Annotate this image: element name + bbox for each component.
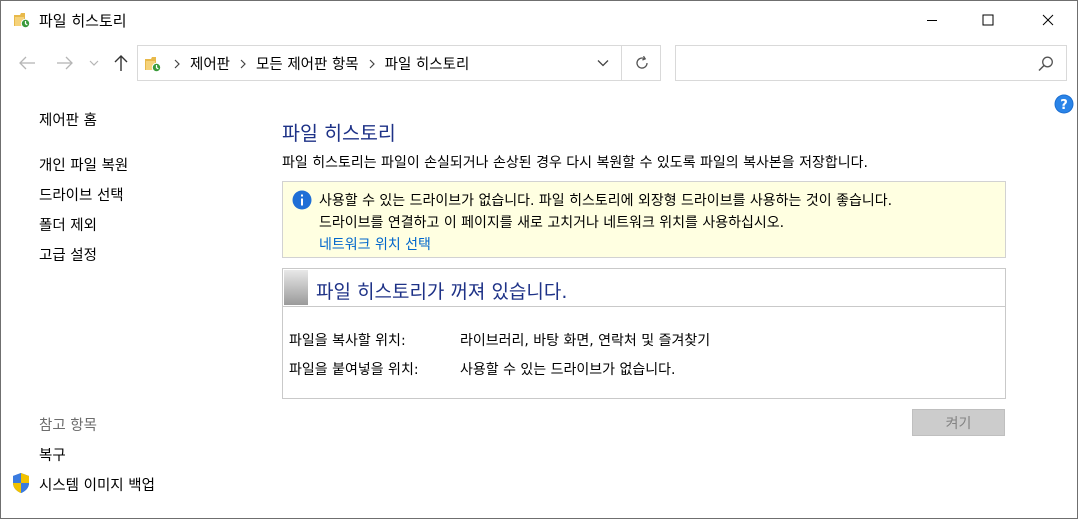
up-button[interactable] bbox=[111, 53, 131, 73]
arrow-right-icon bbox=[57, 56, 73, 70]
info-message-line-2: 드라이브를 연결하고 이 페이지를 새로 고치거나 네트워크 위치를 사용하십시… bbox=[319, 215, 785, 231]
copy-to-value: 사용할 수 있는 드라이브가 없습니다. bbox=[460, 362, 676, 378]
back-button[interactable] bbox=[17, 53, 37, 73]
sidebar-item-advanced-settings[interactable]: 고급 설정 bbox=[39, 244, 97, 265]
copy-to-label: 파일을 붙여넣을 위치: bbox=[289, 362, 419, 378]
sidebar-item-exclude-folders[interactable]: 폴더 제외 bbox=[39, 214, 97, 235]
recent-locations-button[interactable] bbox=[87, 53, 101, 73]
sidebar-item-select-drive[interactable]: 드라이브 선택 bbox=[39, 184, 124, 205]
window-title: 파일 히스토리 bbox=[39, 12, 127, 30]
chevron-down-icon bbox=[597, 60, 609, 67]
refresh-button[interactable] bbox=[621, 46, 661, 80]
breadcrumb-file-history[interactable]: 파일 히스토리 bbox=[383, 53, 472, 74]
arrow-up-icon bbox=[114, 55, 128, 71]
status-header: 파일 히스토리가 꺼져 있습니다. bbox=[283, 269, 1005, 307]
info-banner: 사용할 수 있는 드라이브가 없습니다. 파일 히스토리에 외장형 드라이브를 … bbox=[282, 181, 1006, 258]
info-icon bbox=[292, 190, 312, 210]
breadcrumb-separator-icon[interactable] bbox=[232, 56, 254, 70]
status-title: 파일 히스토리가 꺼져 있습니다. bbox=[316, 281, 568, 303]
see-also-item-system-image-backup[interactable]: 시스템 이미지 백업 bbox=[39, 474, 155, 495]
select-network-location-link[interactable]: 네트워크 위치 선택 bbox=[319, 234, 431, 254]
navigation-bar: 제어판 모든 제어판 항목 파일 히스토리 bbox=[1, 39, 1077, 91]
address-dropdown-button[interactable] bbox=[586, 46, 620, 80]
info-message-line-1: 사용할 수 있는 드라이브가 없습니다. 파일 히스토리에 외장형 드라이브를 … bbox=[319, 193, 893, 209]
title-bar: 파일 히스토리 bbox=[1, 1, 1077, 39]
see-also-item-recovery[interactable]: 복구 bbox=[39, 444, 66, 465]
uac-shield-icon bbox=[11, 472, 31, 494]
copy-from-label: 파일을 복사할 위치: bbox=[289, 333, 406, 349]
breadcrumb-control-panel[interactable]: 제어판 bbox=[188, 53, 232, 74]
search-box[interactable] bbox=[675, 45, 1067, 81]
status-indicator bbox=[284, 270, 308, 305]
sidebar-item-restore-personal-files[interactable]: 개인 파일 복원 bbox=[39, 154, 128, 175]
chevron-down-icon bbox=[89, 60, 99, 66]
search-input[interactable] bbox=[682, 52, 1026, 76]
breadcrumb: 제어판 모든 제어판 항목 파일 히스토리 bbox=[166, 46, 471, 80]
sidebar-item-control-panel-home[interactable]: 제어판 홈 bbox=[39, 109, 97, 130]
breadcrumb-separator-icon[interactable] bbox=[166, 56, 188, 70]
forward-button[interactable] bbox=[55, 53, 75, 73]
minimize-icon bbox=[927, 20, 937, 21]
left-navigation-pane: 제어판 홈 개인 파일 복원 드라이브 선택 폴더 제외 고급 설정 참고 항목… bbox=[1, 91, 251, 518]
maximize-icon bbox=[982, 14, 994, 26]
file-history-folder-icon bbox=[13, 11, 31, 29]
close-button[interactable] bbox=[1025, 1, 1071, 39]
breadcrumb-separator-icon[interactable] bbox=[361, 56, 383, 70]
copy-from-value: 라이브러리, 바탕 화면, 연락처 및 즐겨찾기 bbox=[460, 333, 711, 349]
minimize-button[interactable] bbox=[909, 1, 955, 39]
page-title: 파일 히스토리 bbox=[282, 122, 396, 145]
status-panel: 파일 히스토리가 꺼져 있습니다. 파일을 복사할 위치: 라이브러리, 바탕 … bbox=[282, 268, 1006, 399]
turn-on-button[interactable]: 켜기 bbox=[912, 409, 1005, 436]
svg-text:?: ? bbox=[1060, 98, 1068, 113]
file-history-window: 파일 히스토리 제어판 모든 제어판 항목 파일 히스토리 ? 제어판 홈 개인… bbox=[0, 0, 1078, 519]
breadcrumb-all-control-panel-items[interactable]: 모든 제어판 항목 bbox=[254, 53, 361, 74]
file-history-folder-icon bbox=[144, 55, 162, 73]
maximize-button[interactable] bbox=[965, 1, 1011, 39]
search-icon[interactable] bbox=[1036, 54, 1056, 74]
see-also-heading: 참고 항목 bbox=[39, 418, 97, 434]
address-bar[interactable]: 제어판 모든 제어판 항목 파일 히스토리 bbox=[137, 45, 661, 81]
arrow-left-icon bbox=[19, 56, 35, 70]
refresh-icon bbox=[635, 55, 648, 69]
page-description: 파일 히스토리는 파일이 손실되거나 손상된 경우 다시 복원할 수 있도록 파… bbox=[282, 155, 868, 171]
help-icon[interactable]: ? bbox=[1054, 94, 1074, 114]
close-icon bbox=[1042, 14, 1054, 26]
